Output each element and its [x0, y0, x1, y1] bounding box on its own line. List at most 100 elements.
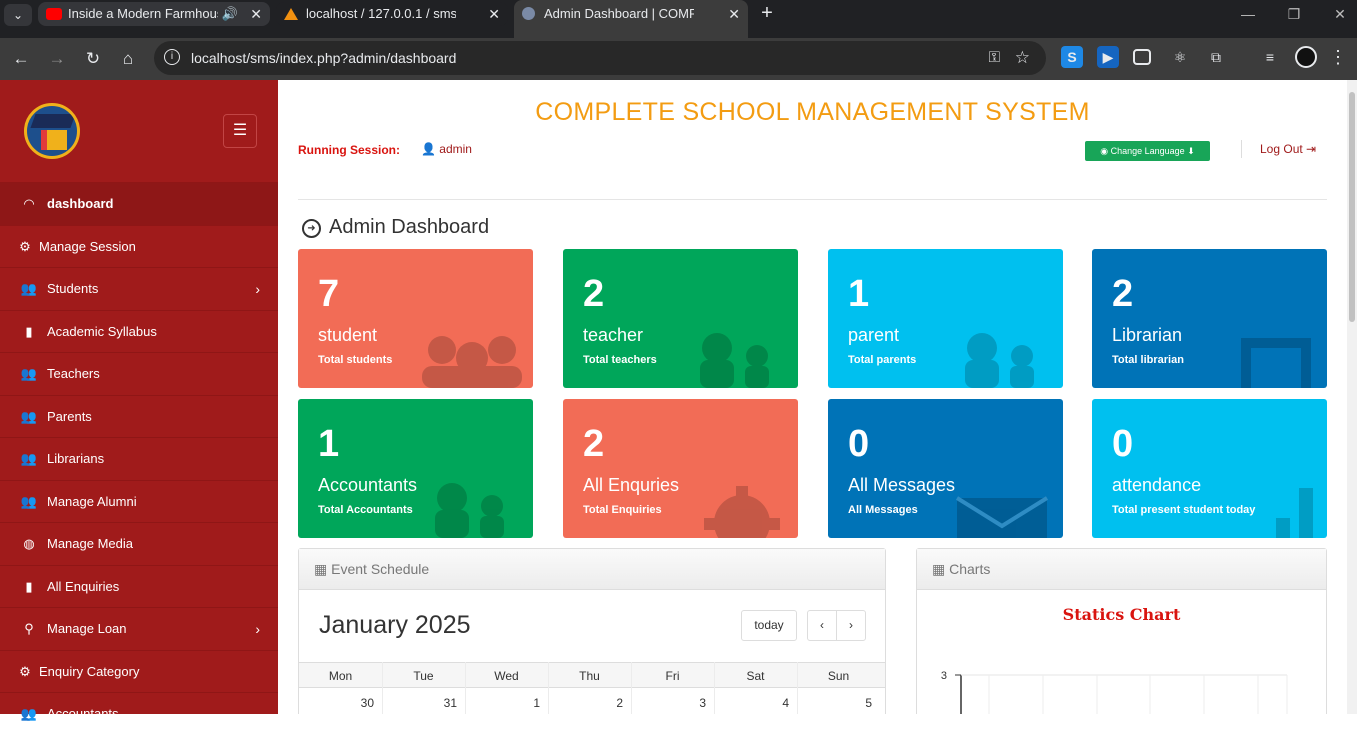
- tab-search-button[interactable]: ⌄: [4, 4, 32, 26]
- speaker-icon[interactable]: 🔊: [222, 2, 238, 26]
- calendar-date-cell[interactable]: 1: [465, 696, 548, 710]
- url-text[interactable]: localhost/sms/index.php?admin/dashboard: [191, 41, 456, 75]
- circle-arrow-right-icon: ➜: [302, 219, 321, 238]
- calendar-date-cell[interactable]: 5: [797, 696, 880, 710]
- sidebar-item-students[interactable]: 👥 Students ›: [0, 267, 278, 310]
- extension-window-icon[interactable]: [1133, 49, 1151, 65]
- arrow-down-icon: ⬇: [1187, 146, 1195, 156]
- tab-title: localhost / 127.0.0.1 / smsdb | p: [306, 6, 456, 21]
- calendar-date-cell[interactable]: 3: [631, 696, 714, 710]
- stat-card-parents[interactable]: 1 parent Total parents: [828, 249, 1063, 388]
- extension-forward-icon[interactable]: ▶: [1097, 46, 1119, 68]
- users-icon: [965, 333, 1034, 388]
- sidebar-item-teachers[interactable]: 👥 Teachers: [0, 352, 278, 395]
- session-user-name: admin: [439, 142, 472, 156]
- stat-card-enquiries[interactable]: 2 All Enquries Total Enquiries: [563, 399, 798, 538]
- sidebar-item-label: Manage Alumni: [47, 493, 137, 509]
- site-favicon-icon: [522, 7, 535, 20]
- chevron-right-icon: ›: [255, 281, 260, 297]
- user-icon: 👤: [421, 142, 436, 156]
- sidebar-item-dashboard[interactable]: ◠ dashboard: [0, 182, 278, 225]
- extension-s-icon[interactable]: S: [1061, 46, 1083, 68]
- logout-label: Log Out: [1260, 142, 1303, 156]
- close-tab-icon[interactable]: ✕: [488, 2, 500, 26]
- stat-card-attendance[interactable]: 0 attendance Total present student today: [1092, 399, 1327, 538]
- extensions-puzzle-icon[interactable]: ⧉: [1205, 46, 1227, 68]
- calendar-today-button[interactable]: today: [741, 610, 797, 641]
- stat-card-teachers[interactable]: 2 teacher Total teachers: [563, 249, 798, 388]
- sidebar-item-librarians[interactable]: 👥 Librarians: [0, 437, 278, 480]
- sidebar-item-manage-loan[interactable]: ⚲ Manage Loan ›: [0, 607, 278, 650]
- new-tab-button[interactable]: +: [756, 2, 778, 24]
- close-tab-icon[interactable]: ✕: [728, 0, 740, 28]
- minimize-icon[interactable]: —: [1236, 4, 1260, 24]
- event-schedule-heading: Event Schedule: [331, 561, 430, 577]
- charts-heading: Charts: [949, 561, 991, 577]
- password-key-icon[interactable]: ⚿: [989, 41, 1000, 75]
- stat-count: 7: [318, 273, 340, 315]
- extension-atom-icon[interactable]: ⚛: [1169, 46, 1191, 68]
- sidebar-item-academic-syllabus[interactable]: ▮ Academic Syllabus: [0, 309, 278, 353]
- stat-card-messages[interactable]: 0 All Messages All Messages: [828, 399, 1063, 538]
- calendar-date-cell[interactable]: 2: [548, 696, 631, 710]
- users-icon: 👥: [20, 451, 38, 466]
- sidebar-item-enquiry-category[interactable]: ⚙ Enquiry Category: [0, 649, 278, 693]
- book-icon: ▮: [25, 323, 33, 339]
- session-user[interactable]: 👤 admin: [421, 142, 472, 156]
- calendar-next-button[interactable]: ›: [836, 610, 866, 641]
- back-icon[interactable]: ←: [8, 46, 34, 72]
- stat-card-accountants[interactable]: 1 Accountants Total Accountants: [298, 399, 533, 538]
- stat-count: 1: [318, 423, 340, 465]
- close-window-icon[interactable]: ✕: [1328, 4, 1352, 24]
- reload-icon[interactable]: ↻: [80, 46, 106, 72]
- sidebar-item-manage-session[interactable]: ⚙ Manage Session: [0, 224, 278, 268]
- browser-tab-phpmyadmin[interactable]: localhost / 127.0.0.1 / smsdb | p ✕: [276, 2, 508, 26]
- browser-tab-youtube[interactable]: Inside a Modern Farmhouse 🔊 ✕: [38, 2, 270, 26]
- stat-subtitle: Total parents: [848, 354, 917, 366]
- bookmark-star-icon[interactable]: ☆: [1015, 41, 1030, 75]
- envelope-icon: [955, 496, 1049, 538]
- close-tab-icon[interactable]: ✕: [250, 2, 262, 26]
- scrollbar-thumb[interactable]: [1349, 92, 1355, 322]
- page-scrollbar[interactable]: [1347, 80, 1357, 714]
- site-info-icon[interactable]: i: [164, 49, 180, 65]
- sidebar-item-parents[interactable]: 👥 Parents: [0, 394, 278, 438]
- stat-subtitle: Total librarian: [1112, 354, 1184, 366]
- stat-card-students[interactable]: 7 student Total students: [298, 249, 533, 388]
- browser-toolbar: ← → ↻ ⌂ i localhost/sms/index.php?admin/…: [0, 38, 1357, 80]
- sidebar-item-manage-alumni[interactable]: 👥 Manage Alumni: [0, 479, 278, 523]
- profile-avatar-icon[interactable]: [1295, 46, 1317, 68]
- browser-tab-admin-dashboard[interactable]: Admin Dashboard | COMPLETE ✕: [514, 0, 748, 38]
- stat-subtitle: All Messages: [848, 504, 918, 516]
- stat-label: attendance: [1112, 475, 1202, 495]
- sidebar-menu: ◠ dashboard ⚙ Manage Session 👥 Students …: [0, 182, 278, 735]
- sidebar-toggle-button[interactable]: ☰: [223, 114, 257, 148]
- sidebar-item-accountants[interactable]: 👥 Accountants: [0, 692, 278, 735]
- forward-icon[interactable]: →: [44, 46, 70, 72]
- home-icon[interactable]: ⌂: [115, 46, 141, 72]
- sidebar-item-label: Students: [47, 281, 99, 296]
- change-language-button[interactable]: ◉ Change Language ⬇: [1085, 141, 1210, 161]
- logout-link[interactable]: Log Out ⇥: [1241, 140, 1316, 158]
- calendar-prev-button[interactable]: ‹: [807, 610, 837, 641]
- stat-count: 2: [583, 273, 605, 315]
- weekday-label: Tue: [413, 669, 434, 683]
- sidebar-item-label: dashboard: [47, 196, 114, 211]
- restore-icon[interactable]: ❐: [1282, 4, 1306, 24]
- sidebar-item-manage-media[interactable]: ◍ Manage Media: [0, 522, 278, 565]
- sidebar-item-label: Academic Syllabus: [47, 323, 157, 339]
- charts-header: ▦ Charts: [917, 549, 1326, 590]
- calendar-date-cell[interactable]: 4: [714, 696, 797, 710]
- gear-icon: ⚙: [19, 238, 31, 254]
- media-control-icon[interactable]: ≡: [1259, 46, 1281, 68]
- sidebar-item-label: Accountants: [47, 706, 119, 721]
- stat-card-librarian[interactable]: 2 Librarian Total librarian: [1092, 249, 1327, 388]
- book-icon: [41, 130, 67, 150]
- browser-menu-icon[interactable]: ⋮: [1327, 46, 1349, 68]
- stat-label: All Messages: [848, 475, 956, 495]
- calendar-date-cell[interactable]: 30: [299, 696, 382, 710]
- calendar-date-cell[interactable]: 31: [382, 696, 465, 710]
- sidebar-item-all-enquiries[interactable]: ▮ All Enquiries: [0, 564, 278, 608]
- address-bar[interactable]: i localhost/sms/index.php?admin/dashboar…: [154, 41, 1046, 75]
- school-logo[interactable]: [24, 103, 80, 159]
